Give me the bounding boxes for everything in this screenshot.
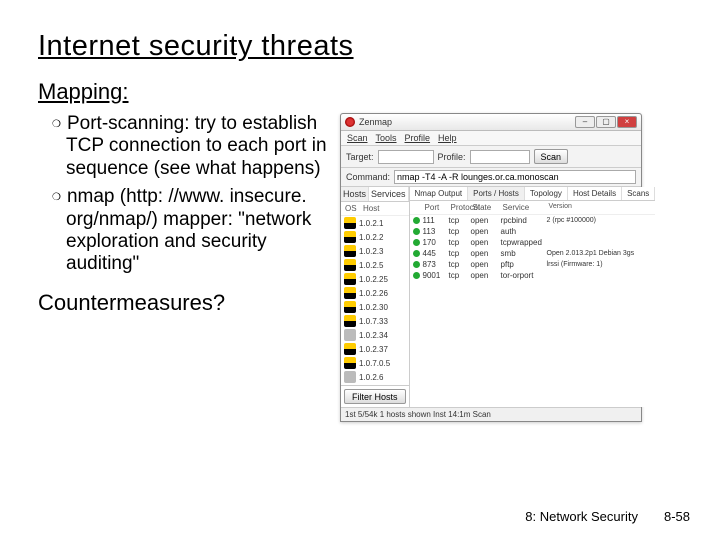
- menubar: Scan Tools Profile Help: [341, 131, 641, 146]
- toolbar: Target: Profile: Scan: [341, 146, 641, 168]
- target-input[interactable]: [378, 150, 434, 164]
- linux-os-icon: [344, 273, 356, 285]
- linux-os-icon: [344, 301, 356, 313]
- host-ip: 1.0.2.6: [359, 373, 383, 382]
- tab-topology[interactable]: Topology: [525, 187, 568, 200]
- close-button[interactable]: ×: [617, 116, 637, 128]
- state-dot-icon: [413, 228, 420, 235]
- bullet-port-scanning: Port-scanning: try to establish TCP conn…: [52, 113, 328, 180]
- countermeasures-heading: Countermeasures?: [38, 290, 328, 316]
- zenmap-icon: [345, 117, 355, 127]
- subheading-mapping: Mapping:: [38, 79, 690, 105]
- host-row[interactable]: 1.0.2.30: [341, 300, 409, 314]
- host-row[interactable]: 1.0.2.2: [341, 230, 409, 244]
- host-ip: 1.0.2.30: [359, 303, 388, 312]
- host-ip: 1.0.2.2: [359, 233, 383, 242]
- host-row[interactable]: 1.0.2.37: [341, 342, 409, 356]
- tab-host-details[interactable]: Host Details: [568, 187, 622, 200]
- port-list: 111tcpopenrpcbind2 (rpc #100000)113tcpop…: [410, 215, 656, 281]
- host-row[interactable]: 1.0.2.25: [341, 272, 409, 286]
- host-ip: 1.0.2.3: [359, 247, 383, 256]
- port-row[interactable]: 9001tcpopentor-orport: [410, 270, 656, 281]
- profile-label: Profile:: [438, 152, 466, 162]
- unknown-os-icon: [344, 371, 356, 383]
- bullet-nmap: nmap (http: //www. insecure. org/nmap/) …: [52, 186, 328, 276]
- host-ip: 1.0.7.33: [359, 317, 388, 326]
- zenmap-window: Zenmap – ▢ × Scan Tools Profile Help Tar…: [340, 113, 642, 422]
- target-label: Target:: [346, 152, 374, 162]
- state-dot-icon: [413, 272, 420, 279]
- col-protocol: Protocol: [449, 203, 471, 212]
- col-port: Port: [423, 203, 449, 212]
- port-row[interactable]: 111tcpopenrpcbind2 (rpc #100000): [410, 215, 656, 226]
- linux-os-icon: [344, 231, 356, 243]
- host-row[interactable]: 1.0.2.6: [341, 370, 409, 384]
- host-ip: 1.0.2.34: [359, 331, 388, 340]
- col-host: Host: [363, 204, 379, 213]
- port-row[interactable]: 113tcpopenauth: [410, 226, 656, 237]
- host-row[interactable]: 1.0.2.26: [341, 286, 409, 300]
- footer-page: 8-58: [664, 509, 690, 524]
- state-dot-icon: [413, 239, 420, 246]
- col-version: Version: [547, 203, 653, 212]
- scan-button[interactable]: Scan: [534, 149, 569, 164]
- host-ip: 1.0.2.5: [359, 261, 383, 270]
- linux-os-icon: [344, 357, 356, 369]
- window-title: Zenmap: [359, 117, 575, 127]
- host-row[interactable]: 1.0.7.0.5: [341, 356, 409, 370]
- host-ip: 1.0.2.1: [359, 219, 383, 228]
- menu-tools[interactable]: Tools: [376, 133, 397, 143]
- col-os: OS: [345, 204, 363, 213]
- menu-profile[interactable]: Profile: [405, 133, 431, 143]
- host-ip: 1.0.2.25: [359, 275, 388, 284]
- linux-os-icon: [344, 245, 356, 257]
- tab-hosts[interactable]: Hosts: [341, 187, 369, 201]
- maximize-button[interactable]: ▢: [596, 116, 616, 128]
- slide-title: Internet security threats: [38, 30, 690, 63]
- host-ip: 1.0.7.0.5: [359, 359, 390, 368]
- port-row[interactable]: 873tcpopenpftplrssi (Firmware: 1): [410, 259, 656, 270]
- tab-nmap-output[interactable]: Nmap Output: [410, 187, 469, 200]
- menu-scan[interactable]: Scan: [347, 133, 368, 143]
- unknown-os-icon: [344, 329, 356, 341]
- filter-hosts-button[interactable]: Filter Hosts: [344, 389, 406, 404]
- host-list: 1.0.2.1 1.0.2.2 1.0.2.3 1.0.2.5 1.0.2.25 1.0.…: [341, 216, 409, 385]
- footer-chapter: 8: Network Security: [525, 509, 638, 524]
- command-label: Command:: [346, 172, 390, 182]
- state-dot-icon: [413, 217, 420, 224]
- port-row[interactable]: 445tcpopensmbOpen 2.013.2p1 Debian 3gs: [410, 248, 656, 259]
- host-row[interactable]: 1.0.2.3: [341, 244, 409, 258]
- linux-os-icon: [344, 287, 356, 299]
- state-dot-icon: [413, 250, 420, 257]
- minimize-button[interactable]: –: [575, 116, 595, 128]
- host-row[interactable]: 1.0.2.5: [341, 258, 409, 272]
- menu-help[interactable]: Help: [438, 133, 457, 143]
- host-row[interactable]: 1.0.7.33: [341, 314, 409, 328]
- linux-os-icon: [344, 217, 356, 229]
- linux-os-icon: [344, 259, 356, 271]
- col-service: Service: [501, 203, 547, 212]
- host-ip: 1.0.2.37: [359, 345, 388, 354]
- host-row[interactable]: 1.0.2.34: [341, 328, 409, 342]
- profile-input[interactable]: [470, 150, 530, 164]
- tab-scans[interactable]: Scans: [622, 187, 655, 200]
- host-row[interactable]: 1.0.2.1: [341, 216, 409, 230]
- window-titlebar: Zenmap – ▢ ×: [341, 114, 641, 131]
- host-ip: 1.0.2.26: [359, 289, 388, 298]
- tab-services[interactable]: Services: [369, 187, 409, 201]
- col-state: State: [471, 203, 501, 212]
- state-dot-icon: [413, 261, 420, 268]
- tab-ports-hosts[interactable]: Ports / Hosts: [468, 187, 525, 200]
- command-input[interactable]: [394, 170, 636, 184]
- status-bar: 1st 5/54k 1 hosts shown Inst 14:1m Scan: [341, 407, 641, 421]
- linux-os-icon: [344, 343, 356, 355]
- linux-os-icon: [344, 315, 356, 327]
- port-row[interactable]: 170tcpopentcpwrapped: [410, 237, 656, 248]
